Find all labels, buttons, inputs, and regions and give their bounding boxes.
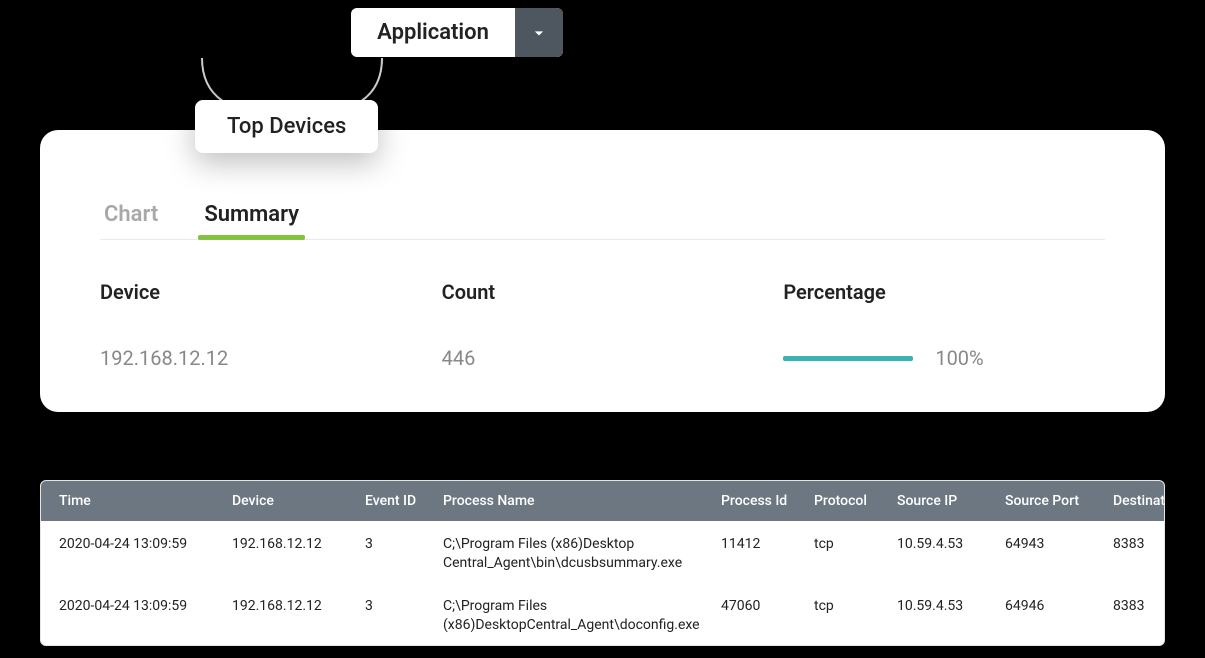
device-selector: Select Device Application [220,8,563,57]
th-protocol: Protocol [814,493,889,509]
top-devices-card: Chart Summary Device 192.168.12.12 Count… [40,130,1165,412]
td-time: 2020-04-24 13:09:59 [59,535,224,554]
summary-value-percentage: 100% [935,346,983,370]
tabs: Chart Summary [100,196,1105,240]
td-protocol: tcp [814,597,889,616]
td-device: 192.168.12.12 [232,597,357,616]
td-time: 2020-04-24 13:09:59 [59,597,224,616]
summary-col-count: Count 446 [442,280,764,370]
events-table-header: Time Device Event ID Process Name Proces… [41,481,1164,521]
percentage-bar [783,356,913,361]
chevron-down-icon[interactable] [515,8,563,57]
summary-value-count: 446 [442,346,764,370]
tab-summary[interactable]: Summary [200,196,303,239]
th-source-port: Source Port [1005,493,1105,509]
device-dropdown[interactable]: Application [351,8,563,57]
th-time: Time [59,493,224,509]
table-row: 2020-04-24 13:09:59 192.168.12.12 3 C;\P… [41,521,1164,583]
summary-value-device: 192.168.12.12 [100,346,422,370]
th-destination-port: Destination Port [1113,493,1165,509]
summary-header-percentage: Percentage [783,280,1105,304]
td-source-port: 64943 [1005,535,1105,554]
events-table-card: Time Device Event ID Process Name Proces… [40,480,1165,646]
td-event-id: 3 [365,597,435,616]
td-source-ip: 10.59.4.53 [897,597,997,616]
td-process-name: C;\Program Files (x86)Desktop Central_Ag… [443,535,713,573]
td-event-id: 3 [365,535,435,554]
td-source-port: 64946 [1005,597,1105,616]
td-destination-port: 8383 [1113,535,1165,554]
td-destination-port: 8383 [1113,597,1165,616]
summary-col-percentage: Percentage 100% [783,280,1105,370]
th-process-id: Process Id [721,493,806,509]
summary-header-count: Count [442,280,764,304]
td-process-name: C;\Program Files (x86)DesktopCentral_Age… [443,597,713,635]
top-devices-title: Top Devices [195,100,378,153]
table-row: 2020-04-24 13:09:59 192.168.12.12 3 C;\P… [41,583,1164,645]
td-device: 192.168.12.12 [232,535,357,554]
th-event-id: Event ID [365,493,435,509]
th-source-ip: Source IP [897,493,997,509]
td-process-id: 47060 [721,597,806,616]
td-protocol: tcp [814,535,889,554]
td-process-id: 11412 [721,535,806,554]
events-table-body: 2020-04-24 13:09:59 192.168.12.12 3 C;\P… [41,521,1164,645]
td-source-ip: 10.59.4.53 [897,535,997,554]
tab-chart[interactable]: Chart [100,196,162,239]
dropdown-selected-label: Application [351,8,515,57]
summary-col-device: Device 192.168.12.12 [100,280,422,370]
th-device: Device [232,493,357,509]
summary-table: Device 192.168.12.12 Count 446 Percentag… [100,280,1105,370]
th-process-name: Process Name [443,493,713,509]
summary-header-device: Device [100,280,422,304]
